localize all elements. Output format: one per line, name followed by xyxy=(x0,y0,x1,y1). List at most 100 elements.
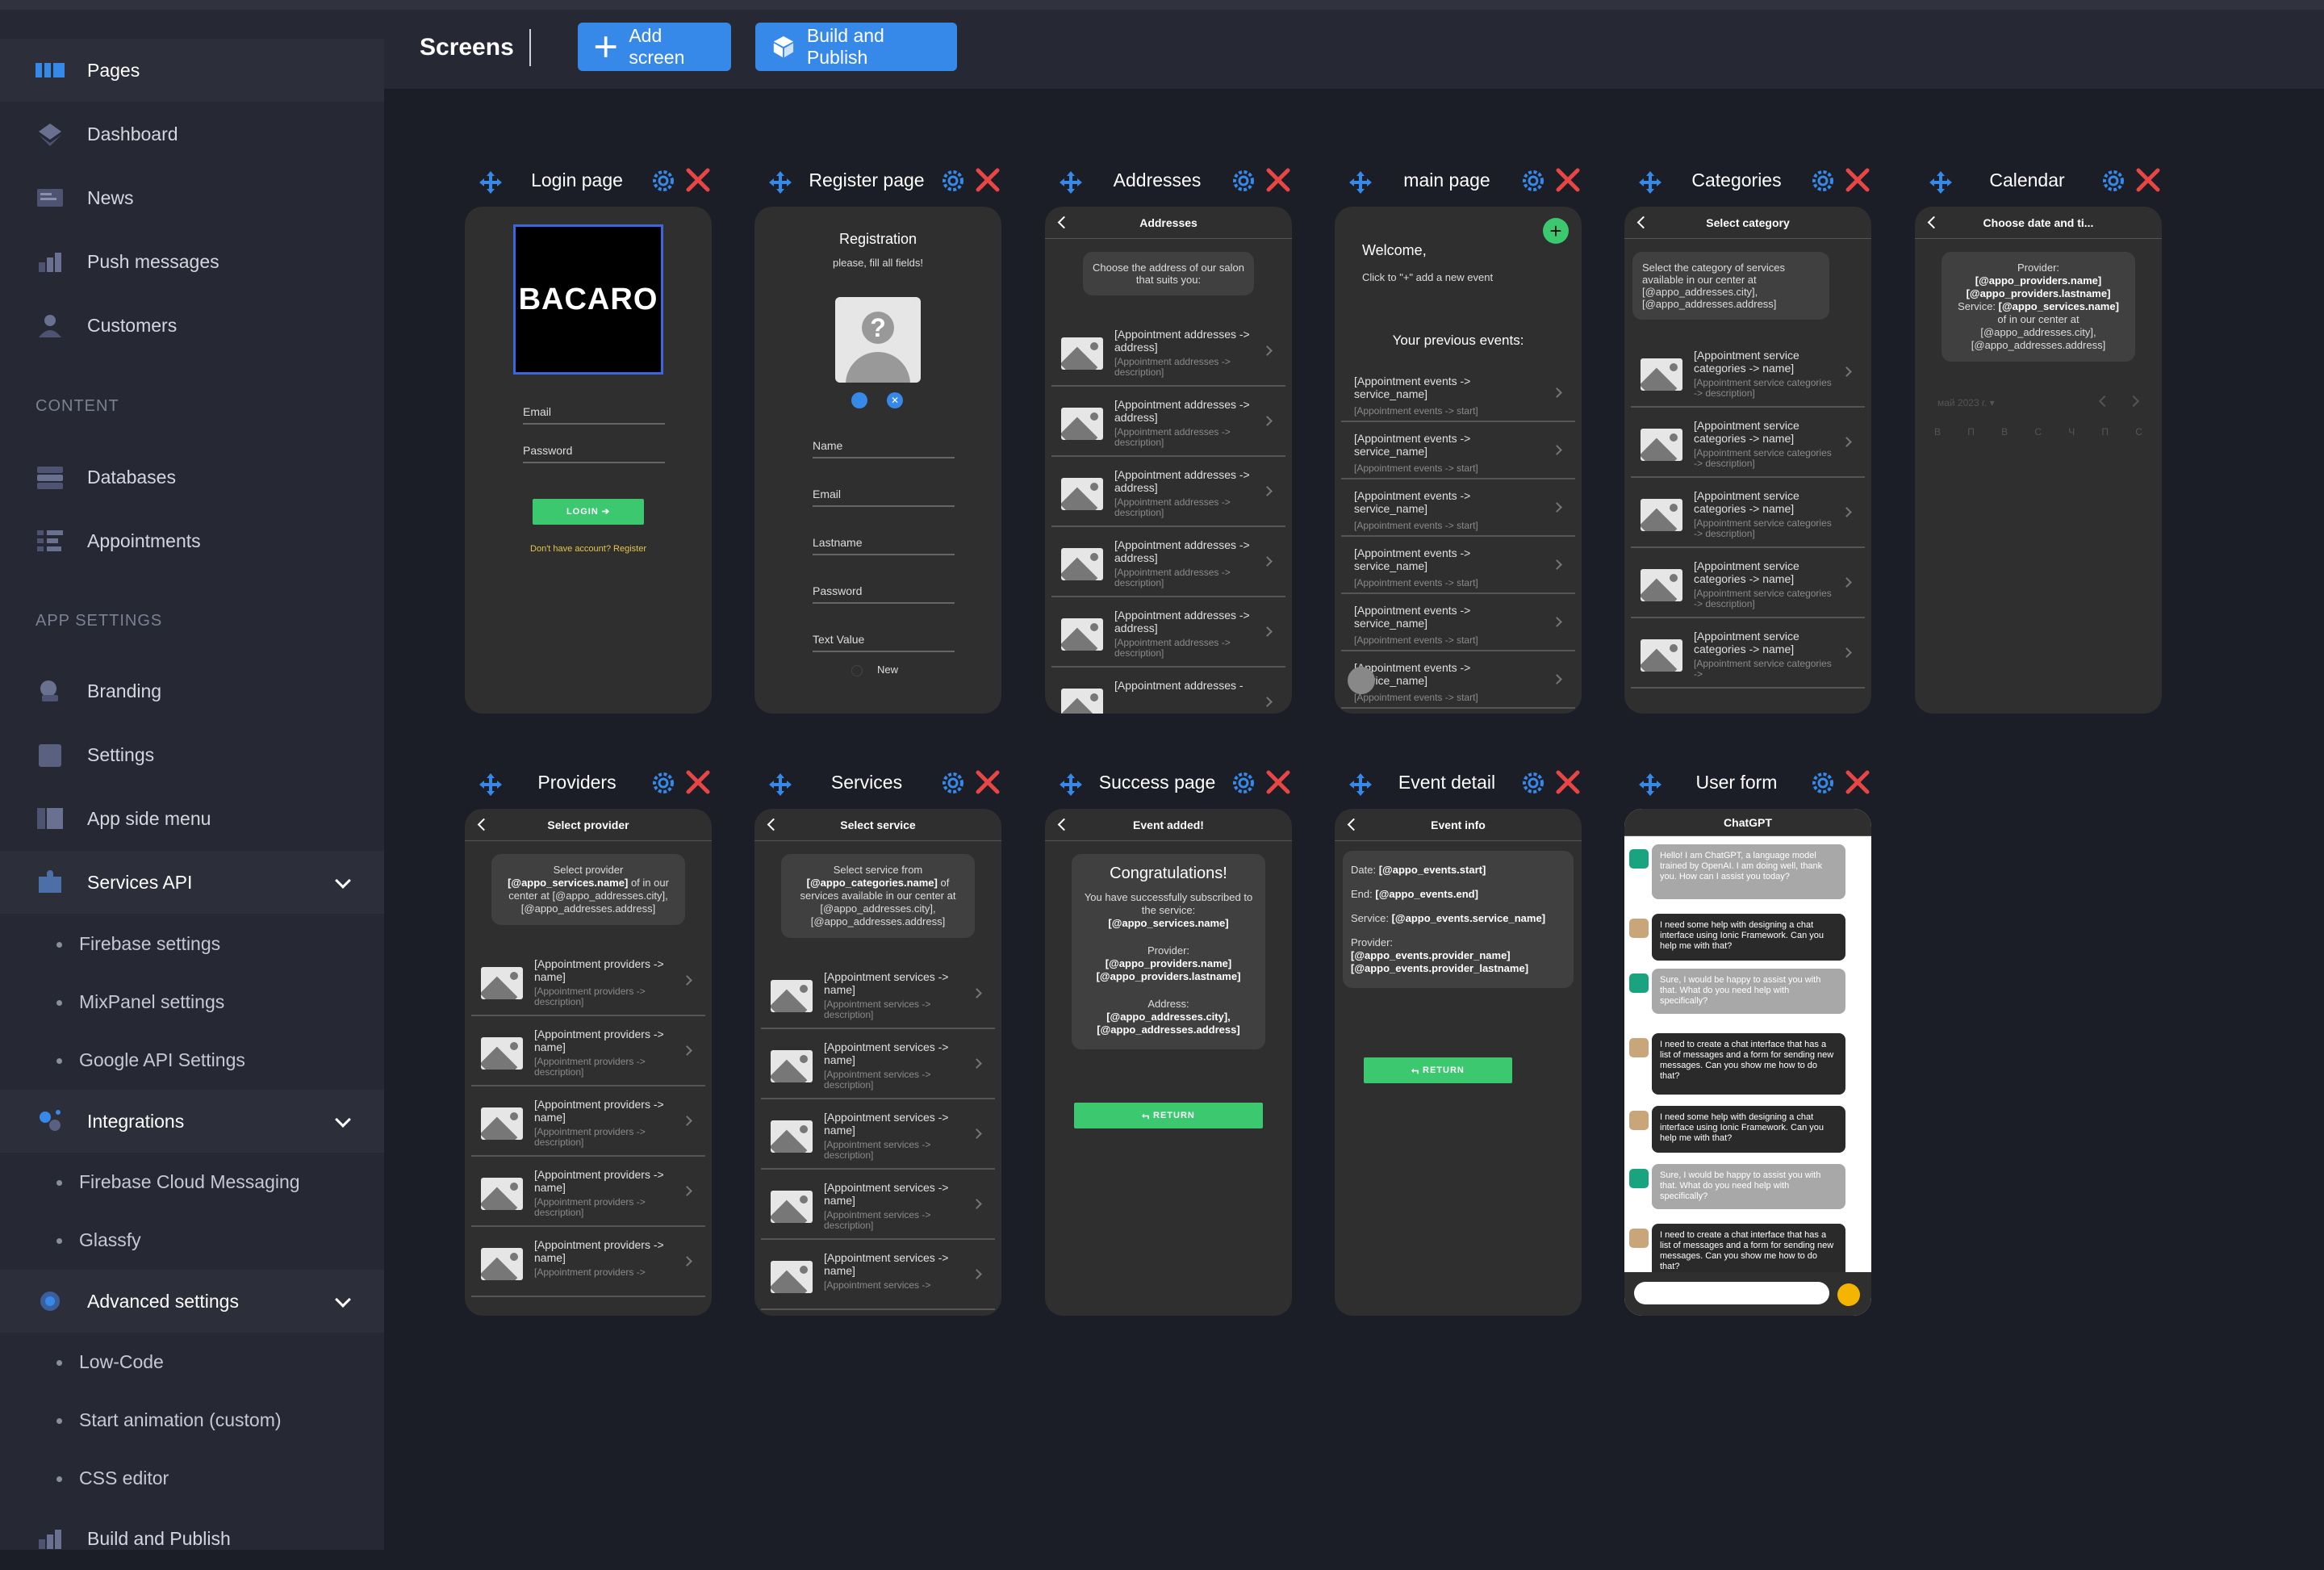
return-button[interactable]: ⮢ RETURN xyxy=(1364,1057,1512,1083)
list-item[interactable]: [Appointment providers -> name] [Appointm… xyxy=(471,946,705,1016)
back-icon[interactable] xyxy=(767,818,780,831)
list-item[interactable]: [Appointment addresses -> address] [Appoi… xyxy=(1051,597,1285,668)
screen-preview-success[interactable]: Event added! Congratulations! You have s… xyxy=(1045,809,1292,1316)
drag-move-icon[interactable] xyxy=(767,170,793,195)
sidebar-subitem-low-code[interactable]: Low-Code xyxy=(0,1333,384,1390)
close-icon[interactable] xyxy=(1844,166,1871,194)
list-item[interactable]: [Appointment services -> name] [Appointme… xyxy=(761,959,995,1029)
sidebar-item-build-publish[interactable]: Build and Publish xyxy=(0,1507,384,1570)
screen-preview-addresses[interactable]: Addresses Choose the address of our salo… xyxy=(1045,207,1292,714)
drag-move-icon[interactable] xyxy=(478,170,504,195)
list-item[interactable]: [Appointment service categories -> name]… xyxy=(1631,618,1865,689)
close-icon[interactable] xyxy=(684,166,712,194)
password-field[interactable]: Password xyxy=(813,584,955,604)
sidebar-item-app-side-menu[interactable]: App side menu xyxy=(0,787,384,850)
logout-icon[interactable] xyxy=(1348,667,1375,694)
remove-photo-icon[interactable]: ✕ xyxy=(887,392,903,408)
screen-preview-event-detail[interactable]: Event info Date: [@appo_events.start] En… xyxy=(1335,809,1582,1316)
gear-icon[interactable] xyxy=(650,770,676,796)
close-icon[interactable] xyxy=(974,166,1001,194)
add-event-icon[interactable]: + xyxy=(1543,218,1569,244)
gear-icon[interactable] xyxy=(1520,770,1546,796)
add-screen-button[interactable]: Add screen xyxy=(578,23,731,71)
gear-icon[interactable] xyxy=(1520,168,1546,194)
drag-move-icon[interactable] xyxy=(1637,170,1663,195)
screen-preview-services[interactable]: Select service Select service from [@appo… xyxy=(754,809,1001,1316)
list-item[interactable]: [Appointment service categories -> name]… xyxy=(1631,478,1865,548)
gear-icon[interactable] xyxy=(940,770,966,796)
chevron-down-icon[interactable] xyxy=(335,1292,351,1308)
drag-move-icon[interactable] xyxy=(1058,772,1084,798)
sidebar-item-pages[interactable]: Pages xyxy=(0,39,384,102)
back-icon[interactable] xyxy=(1057,818,1071,831)
build-publish-button[interactable]: Build and Publish xyxy=(755,23,957,71)
screen-preview-user-form[interactable]: ChatGPT Hello! I am ChatGPT, a language … xyxy=(1624,809,1871,1316)
chevron-down-icon[interactable] xyxy=(335,1112,351,1128)
list-item[interactable]: [Appointment addresses -> address] [Appoi… xyxy=(1051,316,1285,387)
back-icon[interactable] xyxy=(1347,818,1361,831)
drag-move-icon[interactable] xyxy=(767,772,793,798)
sidebar-item-databases[interactable]: Databases xyxy=(0,446,384,509)
sidebar-subitem-glassfy[interactable]: Glassfy xyxy=(0,1212,384,1268)
list-item[interactable]: [Appointment addresses -> address] [Appoi… xyxy=(1051,527,1285,597)
sidebar-item-news[interactable]: News xyxy=(0,166,384,229)
sidebar-subitem-mixpanel-settings[interactable]: MixPanel settings xyxy=(0,973,384,1030)
sidebar-subitem-start-animation[interactable]: Start animation (custom) xyxy=(0,1392,384,1448)
back-icon[interactable] xyxy=(1927,216,1941,229)
screen-preview-main[interactable]: + Welcome, Click to "+" add a new event … xyxy=(1335,207,1582,714)
new-radio[interactable] xyxy=(851,665,863,676)
list-item[interactable]: [Appointment providers -> name] [Appointm… xyxy=(471,1227,705,1297)
event-item[interactable]: [Appointment events -> service_name] [App… xyxy=(1341,422,1575,479)
sidebar-subitem-css-editor[interactable]: CSS editor xyxy=(0,1450,384,1506)
screen-preview-categories[interactable]: Select category Select the category of s… xyxy=(1624,207,1871,714)
sidebar-item-customers[interactable]: Customers xyxy=(0,294,384,357)
event-item[interactable]: [Appointment events -> service_name] [App… xyxy=(1341,537,1575,594)
gear-icon[interactable] xyxy=(1810,770,1836,796)
sidebar-item-services-api[interactable]: Services API xyxy=(0,851,384,914)
drag-move-icon[interactable] xyxy=(478,772,504,798)
drag-move-icon[interactable] xyxy=(1928,170,1954,195)
sidebar-subitem-firebase-cloud-messaging[interactable]: Firebase Cloud Messaging xyxy=(0,1153,384,1210)
back-icon[interactable] xyxy=(477,818,491,831)
lastname-field[interactable]: Lastname xyxy=(813,536,955,555)
list-item[interactable]: [Appointment service categories -> name]… xyxy=(1631,548,1865,618)
email-field[interactable]: Email xyxy=(523,405,665,425)
list-item[interactable]: [Appointment providers -> name] [Appointm… xyxy=(471,1016,705,1086)
list-item[interactable]: [Appointment addresses -> address] [Appoi… xyxy=(1051,457,1285,527)
close-icon[interactable] xyxy=(684,768,712,796)
list-item[interactable]: [Appointment services -> name] [Appointme… xyxy=(761,1240,995,1310)
chevron-down-icon[interactable] xyxy=(335,873,351,889)
drag-move-icon[interactable] xyxy=(1348,772,1373,798)
close-icon[interactable] xyxy=(974,768,1001,796)
list-item[interactable]: [Appointment service categories -> name]… xyxy=(1631,408,1865,478)
sidebar-subitem-google-api-settings[interactable]: Google API Settings xyxy=(0,1032,384,1088)
month-select[interactable]: май 2023 г. ▾ xyxy=(1937,397,1995,408)
event-item[interactable]: [Appointment events -> service_name] [App… xyxy=(1341,651,1575,709)
back-icon[interactable] xyxy=(1636,216,1650,229)
drag-move-icon[interactable] xyxy=(1058,170,1084,195)
close-icon[interactable] xyxy=(1264,166,1292,194)
list-item[interactable]: [Appointment addresses -> address] [Appoi… xyxy=(1051,387,1285,457)
send-icon[interactable] xyxy=(1837,1283,1860,1306)
close-icon[interactable] xyxy=(1264,768,1292,796)
list-item[interactable]: [Appointment services -> name] [Appointme… xyxy=(761,1029,995,1099)
screen-preview-providers[interactable]: Select provider Select provider [@appo_se… xyxy=(465,809,712,1316)
back-icon[interactable] xyxy=(1057,216,1071,229)
gear-icon[interactable] xyxy=(1231,770,1256,796)
text-value-field[interactable]: Text Value xyxy=(813,633,955,652)
email-field[interactable]: Email xyxy=(813,488,955,507)
event-item[interactable]: [Appointment events -> service_name] [App… xyxy=(1341,365,1575,422)
gear-icon[interactable] xyxy=(940,168,966,194)
sidebar-item-dashboard[interactable]: Dashboard xyxy=(0,103,384,165)
close-icon[interactable] xyxy=(1554,768,1582,796)
sidebar-item-push-messages[interactable]: Push messages xyxy=(0,230,384,293)
list-item[interactable]: [Appointment service categories -> name]… xyxy=(1631,337,1865,408)
sidebar-subitem-firebase-settings[interactable]: Firebase settings xyxy=(0,915,384,972)
close-icon[interactable] xyxy=(1844,768,1871,796)
login-button[interactable]: LOGIN ➔ xyxy=(533,499,644,525)
sidebar-item-settings[interactable]: Settings xyxy=(0,723,384,786)
sidebar-item-advanced-settings[interactable]: Advanced settings xyxy=(0,1270,384,1333)
drag-move-icon[interactable] xyxy=(1637,772,1663,798)
close-icon[interactable] xyxy=(2134,166,2162,194)
gear-icon[interactable] xyxy=(1231,168,1256,194)
